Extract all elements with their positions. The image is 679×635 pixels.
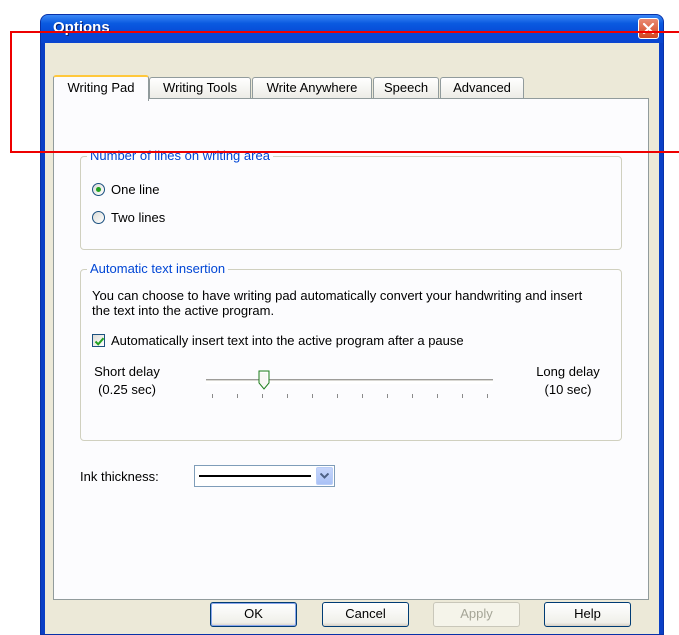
radio-button-unchecked[interactable]	[92, 210, 105, 224]
tab-advanced[interactable]: Advanced	[440, 77, 524, 99]
auto-insert-label: Automatically insert text into the activ…	[111, 332, 464, 348]
radio-button-checked[interactable]	[92, 182, 105, 196]
options-dialog: Options Writing Pad Writing Tools Write …	[40, 14, 664, 635]
short-delay-label: Short delay (0.25 sec)	[94, 363, 160, 399]
slider-tick	[487, 394, 488, 398]
close-button[interactable]	[638, 18, 659, 39]
lines-groupbox: Number of lines on writing area One line…	[80, 148, 622, 250]
short-delay-value: (0.25 sec)	[98, 382, 156, 397]
long-delay-value: (10 sec)	[544, 382, 592, 397]
delay-slider[interactable]	[206, 370, 493, 410]
slider-tick	[287, 394, 288, 398]
long-delay-label: Long delay (10 sec)	[533, 363, 603, 399]
ink-dropdown-button[interactable]	[316, 467, 333, 485]
ink-thickness-label: Ink thickness:	[80, 469, 159, 484]
insertion-groupbox: Automatic text insertion You can choose …	[80, 261, 622, 441]
slider-tick	[262, 394, 263, 398]
slider-tick	[412, 394, 413, 398]
radio-one-line-label: One line	[111, 181, 160, 197]
slider-tick	[237, 394, 238, 398]
tab-writing-tools[interactable]: Writing Tools	[149, 77, 251, 99]
ok-button[interactable]: OK	[210, 602, 297, 627]
tab-speech[interactable]: Speech	[373, 77, 439, 99]
title-bar[interactable]: Options	[41, 15, 663, 43]
long-delay-text: Long delay	[536, 364, 600, 379]
radio-two-lines[interactable]: Two lines	[92, 208, 165, 226]
slider-tick	[462, 394, 463, 398]
radio-one-line[interactable]: One line	[92, 180, 159, 198]
slider-track	[206, 379, 493, 384]
dialog-client-area: Writing Pad Writing Tools Write Anywhere…	[45, 43, 659, 634]
radio-two-lines-label: Two lines	[111, 209, 166, 225]
slider-tick	[212, 394, 213, 398]
slider-tick	[362, 394, 363, 398]
writing-pad-panel: Number of lines on writing area One line…	[53, 98, 649, 600]
slider-tick	[437, 394, 438, 398]
close-icon	[642, 22, 655, 35]
tab-writing-pad[interactable]: Writing Pad	[53, 75, 149, 101]
auto-insert-checkbox-row[interactable]: Automatically insert text into the activ…	[92, 331, 464, 349]
ink-thickness-select[interactable]	[194, 465, 335, 487]
slider-tick	[337, 394, 338, 398]
auto-insert-checkbox[interactable]	[92, 333, 105, 347]
cancel-button[interactable]: Cancel	[322, 602, 409, 627]
apply-button[interactable]: Apply	[433, 602, 520, 627]
slider-tick	[387, 394, 388, 398]
slider-tick	[312, 394, 313, 398]
help-button[interactable]: Help	[544, 602, 631, 627]
insertion-description: You can choose to have writing pad autom…	[92, 288, 583, 318]
lines-group-title: Number of lines on writing area	[87, 148, 273, 163]
short-delay-text: Short delay	[94, 364, 160, 379]
insertion-group-title: Automatic text insertion	[87, 261, 229, 276]
chevron-down-icon	[320, 473, 329, 479]
dialog-title: Options	[53, 19, 110, 36]
checkmark-icon	[94, 337, 105, 346]
tab-write-anywhere[interactable]: Write Anywhere	[252, 77, 372, 99]
ink-line-preview	[199, 475, 311, 477]
slider-thumb[interactable]	[258, 370, 270, 390]
